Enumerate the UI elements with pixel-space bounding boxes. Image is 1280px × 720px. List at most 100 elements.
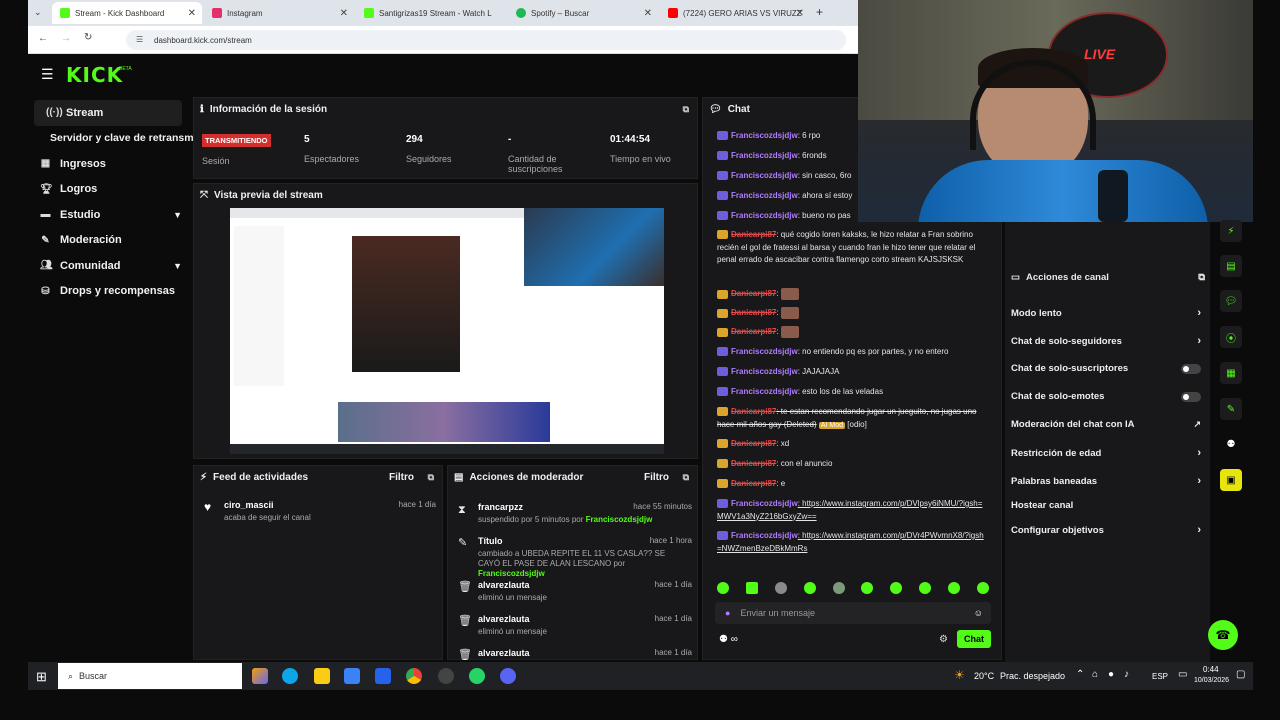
- chat-username[interactable]: Franciscozdsjdjw: [731, 191, 798, 200]
- chrome-icon[interactable]: [406, 668, 422, 684]
- store-icon[interactable]: [344, 668, 360, 684]
- emote-icon[interactable]: [861, 582, 874, 594]
- browser-tab-instagram[interactable]: Instagram ✕: [204, 2, 354, 24]
- reload-icon[interactable]: ↻: [84, 32, 92, 43]
- support-icon[interactable]: ☎: [1208, 620, 1238, 650]
- broadcast-tool-icon[interactable]: ⦿: [1220, 326, 1242, 348]
- sidebar-item-logros[interactable]: 🏆︎ Logros: [28, 177, 188, 203]
- age-restriction-row[interactable]: Restricción de edad ›: [1011, 447, 1201, 459]
- sidebar-item-ingresos[interactable]: ▦ Ingresos: [28, 151, 188, 177]
- chat-username[interactable]: Danicarpi87: [731, 439, 776, 448]
- emote-icon[interactable]: [948, 582, 960, 594]
- filter-button[interactable]: Filtro: [644, 472, 669, 483]
- wrench-tool-icon[interactable]: ✎: [1220, 398, 1242, 420]
- weather-temp[interactable]: 20°C: [974, 671, 994, 681]
- chat-username[interactable]: Danicarpi87: [731, 459, 776, 468]
- kick-logo[interactable]: KICK: [66, 63, 123, 87]
- chat-username[interactable]: Danicarpi87: [731, 289, 776, 298]
- browser-tab-kick-dashboard[interactable]: Stream - Kick Dashboard ✕: [52, 2, 202, 24]
- forward-icon[interactable]: →: [61, 33, 71, 44]
- volume-icon[interactable]: ♪: [1124, 669, 1129, 680]
- bolt-tool-icon[interactable]: ⚡︎: [1220, 220, 1242, 242]
- copilot-icon[interactable]: [252, 668, 268, 684]
- chat-message-input[interactable]: ● Enviar un mensaje ☺: [715, 602, 991, 624]
- emote-icon[interactable]: [803, 582, 816, 594]
- tab-search-icon[interactable]: ⌄: [34, 7, 42, 18]
- users-tool-icon[interactable]: ⚉: [1220, 433, 1242, 455]
- popout-icon[interactable]: ⧉: [1198, 272, 1205, 283]
- clock-time[interactable]: 0:44: [1203, 665, 1219, 674]
- back-icon[interactable]: ←: [38, 33, 48, 44]
- menu-icon[interactable]: ☰: [41, 66, 54, 83]
- taskbar-search-input[interactable]: ⌕ Buscar: [58, 663, 242, 689]
- popout-icon[interactable]: ⧉: [428, 472, 434, 483]
- close-tab-icon[interactable]: ✕: [644, 8, 652, 19]
- whatsapp-icon[interactable]: [469, 668, 485, 684]
- sidebar-item-estudio[interactable]: ▬ Estudio ▼: [28, 202, 188, 228]
- document-tool-icon[interactable]: ▤: [1220, 255, 1242, 277]
- sidebar-item-stream[interactable]: ((·)) Stream: [34, 100, 182, 126]
- chat-username[interactable]: Danicarpi87: [731, 230, 776, 239]
- mod-action-by[interactable]: Franciscozdsjdjw: [478, 569, 545, 578]
- chat-username[interactable]: Franciscozdsjdjw: [731, 367, 798, 376]
- obs-icon[interactable]: [438, 668, 454, 684]
- edge-icon[interactable]: [282, 668, 298, 684]
- close-tab-icon[interactable]: ✕: [188, 8, 196, 19]
- chat-tool-icon[interactable]: 💬︎: [1220, 290, 1242, 312]
- chat-username[interactable]: Danicarpi87: [731, 327, 776, 336]
- slow-mode-row[interactable]: Modo lento ›: [1011, 307, 1201, 319]
- keyboard-icon[interactable]: ▭: [1178, 669, 1187, 680]
- sidebar-item-drops[interactable]: ⛁ Drops y recompensas: [28, 279, 188, 305]
- mic-icon[interactable]: ●: [725, 608, 730, 618]
- notification-icon[interactable]: ▢: [1236, 669, 1245, 680]
- browser-tab-spotify[interactable]: Spotify – Buscar ✕: [508, 2, 658, 24]
- mail-icon[interactable]: [375, 668, 391, 684]
- site-info-icon[interactable]: ☰: [136, 35, 143, 44]
- chat-username[interactable]: Franciscozdsjdjw: [731, 211, 798, 220]
- chat-username[interactable]: Franciscozdsjdjw: [731, 131, 798, 140]
- popout-icon[interactable]: ⧉: [683, 472, 689, 483]
- close-tab-icon[interactable]: ✕: [796, 8, 804, 19]
- sidebar-item-servidor[interactable]: Servidor y clave de retransm: [28, 126, 194, 152]
- mic-tray-icon[interactable]: ●: [1108, 669, 1114, 680]
- close-tab-icon[interactable]: ✕: [340, 8, 348, 19]
- chat-username[interactable]: Franciscozdsjdjw: [731, 347, 798, 356]
- tray-chevron-icon[interactable]: ⌃: [1076, 669, 1084, 680]
- chat-username[interactable]: Danicarpi87: [731, 308, 776, 317]
- windows-start-icon[interactable]: ⊞: [36, 669, 47, 685]
- emoji-icon[interactable]: ☺: [974, 608, 983, 618]
- browser-tab-santigrizas[interactable]: Santigrizas19 Stream - Watch L: [356, 2, 506, 24]
- emote-icon[interactable]: [832, 582, 845, 594]
- chat-settings-icon[interactable]: ⚙: [939, 634, 948, 645]
- goals-row[interactable]: Configurar objetivos ›: [1011, 524, 1201, 536]
- host-channel-row[interactable]: Hostear canal: [1011, 500, 1201, 511]
- banned-words-row[interactable]: Palabras baneadas ›: [1011, 475, 1201, 487]
- chat-users-icon[interactable]: ⚉ ∞: [719, 634, 738, 645]
- clock-date[interactable]: 10/03/2026: [1194, 677, 1229, 684]
- filter-button[interactable]: Filtro: [389, 472, 414, 483]
- browser-tab-youtube[interactable]: (7224) GERO ARIAS VS VIRUZZ ✕: [660, 2, 810, 24]
- followers-only-row[interactable]: Chat de solo-seguidores ›: [1011, 335, 1201, 347]
- popout-icon[interactable]: ⧉: [683, 104, 689, 115]
- subscribers-only-toggle[interactable]: [1181, 363, 1201, 374]
- url-input[interactable]: ☰ dashboard.kick.com/stream: [126, 30, 846, 50]
- layout-tool-icon[interactable]: ▦: [1220, 362, 1242, 384]
- emote-icon[interactable]: [919, 582, 932, 594]
- network-icon[interactable]: ⌂: [1092, 669, 1098, 680]
- file-explorer-icon[interactable]: [314, 668, 330, 684]
- chat-username[interactable]: Franciscozdsjdjw: [731, 171, 798, 180]
- chat-username[interactable]: Franciscozdsjdjw: [731, 151, 798, 160]
- emote-icon[interactable]: [717, 582, 729, 594]
- ai-moderation-row[interactable]: Moderación del chat con IA ↗: [1011, 419, 1201, 430]
- stream-preview-video[interactable]: [230, 208, 664, 454]
- emote-icon[interactable]: [976, 582, 989, 594]
- chat-send-button[interactable]: Chat: [957, 630, 991, 648]
- chat-username[interactable]: Danicarpi87: [731, 407, 776, 416]
- emotes-only-toggle[interactable]: [1181, 391, 1201, 402]
- chat-username[interactable]: Franciscozdsjdjw: [731, 531, 798, 540]
- emote-icon[interactable]: [745, 582, 758, 594]
- discord-icon[interactable]: [500, 668, 516, 684]
- sidebar-item-comunidad[interactable]: 👥︎ Comunidad ▼: [28, 253, 188, 279]
- chat-username[interactable]: Franciscozdsjdjw: [731, 387, 798, 396]
- chat-username[interactable]: Danicarpi87: [731, 479, 776, 488]
